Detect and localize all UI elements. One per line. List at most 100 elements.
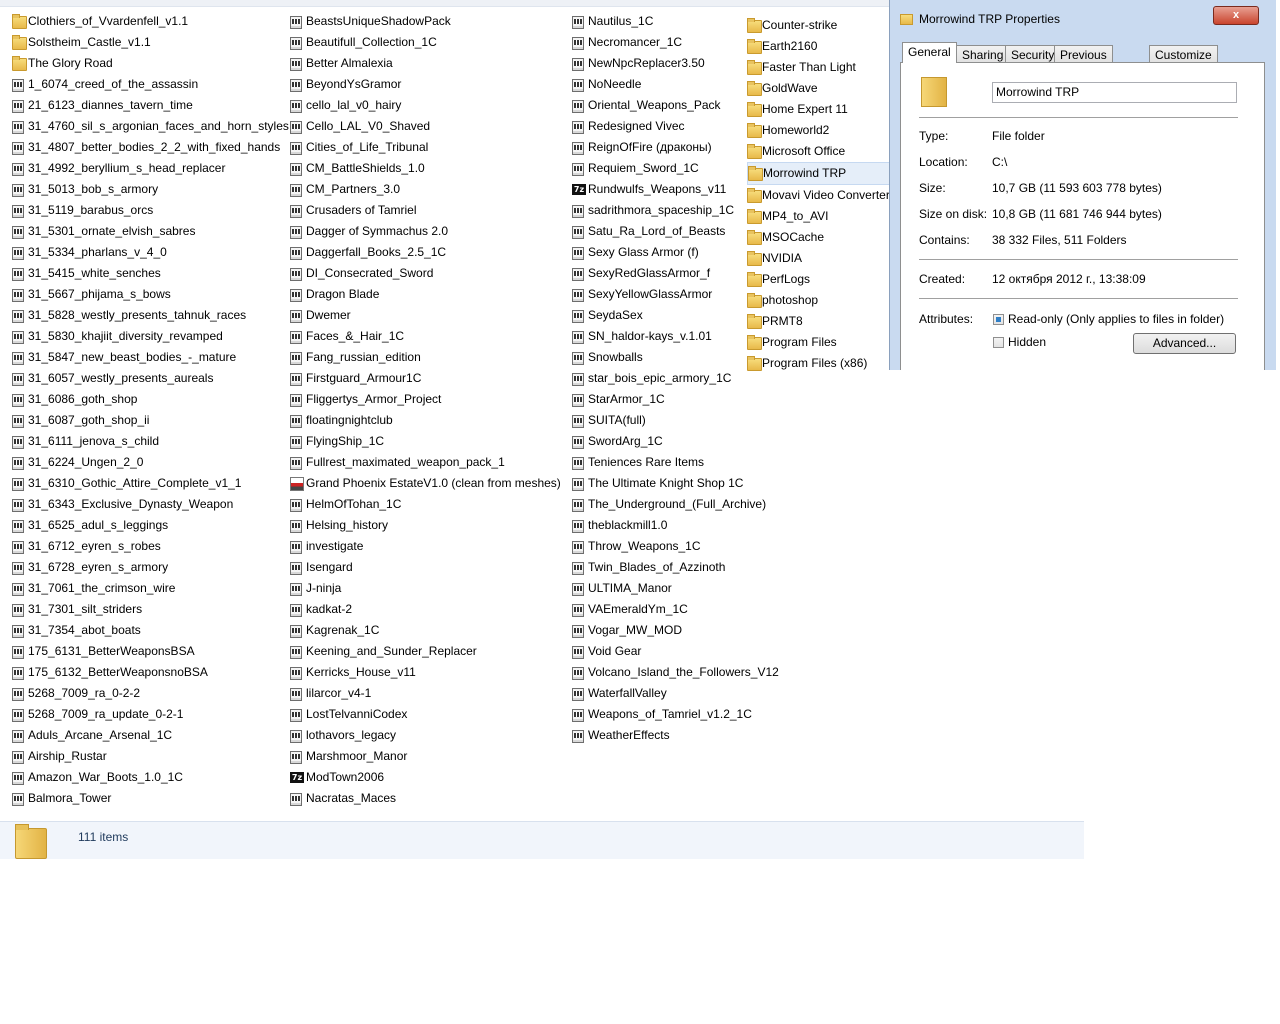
file-list-item[interactable]: ULTIMA_Manor	[572, 578, 779, 599]
file-list-item[interactable]: 31_5334_pharlans_v_4_0	[12, 242, 289, 263]
tab-sharing[interactable]: Sharing	[956, 45, 1010, 63]
file-list-item[interactable]: FlyingShip_1C	[290, 431, 561, 452]
file-list-item[interactable]: 5268_7009_ra_0-2-2	[12, 683, 289, 704]
file-list-item[interactable]: 31_6086_goth_shop	[12, 389, 289, 410]
file-list-item[interactable]: 5268_7009_ra_update_0-2-1	[12, 704, 289, 725]
file-list-item[interactable]: 31_4807_better_bodies_2_2_with_fixed_han…	[12, 137, 289, 158]
file-list-item[interactable]: Throw_Weapons_1C	[572, 536, 779, 557]
file-list-item[interactable]: Solstheim_Castle_v1.1	[12, 32, 289, 53]
file-list-item[interactable]: The Glory Road	[12, 53, 289, 74]
file-list-item[interactable]: Beautifull_Collection_1C	[290, 32, 561, 53]
file-list-item[interactable]: 31_7354_abot_boats	[12, 620, 289, 641]
file-list-item[interactable]: J-ninja	[290, 578, 561, 599]
file-list-item[interactable]: Dwemer	[290, 305, 561, 326]
file-list-item[interactable]: Cities_of_Life_Tribunal	[290, 137, 561, 158]
file-list-item[interactable]: WaterfallValley	[572, 683, 779, 704]
file-list-item[interactable]: 21_6123_diannes_tavern_time	[12, 95, 289, 116]
file-list-item[interactable]: VAEmeraldYm_1C	[572, 599, 779, 620]
file-list-item[interactable]: Amazon_War_Boots_1.0_1C	[12, 767, 289, 788]
file-list-item[interactable]: Twin_Blades_of_Azzinoth	[572, 557, 779, 578]
file-list-item[interactable]: Aduls_Arcane_Arsenal_1C	[12, 725, 289, 746]
file-list-item[interactable]: 31_6728_eyren_s_armory	[12, 557, 289, 578]
tab-general[interactable]: General	[902, 42, 957, 63]
file-list-item[interactable]: 31_5415_white_senches	[12, 263, 289, 284]
file-list-item[interactable]: lothavors_legacy	[290, 725, 561, 746]
file-list-item[interactable]: Teniences Rare Items	[572, 452, 779, 473]
file-list-item[interactable]: SUITA(full)	[572, 410, 779, 431]
file-list-item[interactable]: Nacratas_Maces	[290, 788, 561, 809]
file-list-item[interactable]: Kerricks_House_v11	[290, 662, 561, 683]
folder-list-item[interactable]: PRMT8	[747, 311, 904, 332]
file-list-item[interactable]: Balmora_Tower	[12, 788, 289, 809]
file-list-item[interactable]: 31_6712_eyren_s_robes	[12, 536, 289, 557]
file-list-item[interactable]: Clothiers_of_Vvardenfell_v1.1	[12, 11, 289, 32]
folder-list-item[interactable]: Program Files	[747, 332, 904, 353]
file-list-item[interactable]: Isengard	[290, 557, 561, 578]
folder-list-item[interactable]: photoshop	[747, 290, 904, 311]
file-list-item[interactable]: Volcano_Island_the_Followers_V12	[572, 662, 779, 683]
file-list-item[interactable]: 31_4760_sil_s_argonian_faces_and_horn_st…	[12, 116, 289, 137]
file-list-item[interactable]: Better Almalexia	[290, 53, 561, 74]
file-list-item[interactable]: Cello_LAL_V0_Shaved	[290, 116, 561, 137]
folder-list-item[interactable]: Program Files (x86)	[747, 353, 904, 374]
file-list-item[interactable]: Keening_and_Sunder_Replacer	[290, 641, 561, 662]
file-list-item[interactable]: Kagrenak_1C	[290, 620, 561, 641]
folder-list-item[interactable]: Earth2160	[747, 36, 904, 57]
tab-previous-versions[interactable]: Previous Versions	[1054, 45, 1113, 80]
file-list-item[interactable]: BeyondYsGramor	[290, 74, 561, 95]
file-list-item[interactable]: 31_7061_the_crimson_wire	[12, 578, 289, 599]
hidden-checkbox[interactable]	[993, 337, 1004, 348]
close-button[interactable]: x	[1213, 6, 1259, 25]
tab-customize[interactable]: Customize	[1149, 45, 1218, 63]
file-list-item[interactable]: Daggerfall_Books_2.5_1C	[290, 242, 561, 263]
folder-list-item[interactable]: Counter-strike	[747, 15, 904, 36]
file-list-item[interactable]: BeastsUniqueShadowPack	[290, 11, 561, 32]
file-list-item[interactable]: CM_BattleShields_1.0	[290, 158, 561, 179]
file-list-item[interactable]: 31_5667_phijama_s_bows	[12, 284, 289, 305]
file-list-item[interactable]: Airship_Rustar	[12, 746, 289, 767]
file-list-item[interactable]: Fliggertys_Armor_Project	[290, 389, 561, 410]
file-list-item[interactable]: theblackmill1.0	[572, 515, 779, 536]
file-list-item[interactable]: StarArmor_1C	[572, 389, 779, 410]
file-list-item[interactable]: Fang_russian_edition	[290, 347, 561, 368]
file-list-item[interactable]: DI_Consecrated_Sword	[290, 263, 561, 284]
tab-security[interactable]: Security	[1005, 45, 1061, 63]
file-list-item[interactable]: 31_7301_silt_striders	[12, 599, 289, 620]
file-list-item[interactable]: CM_Partners_3.0	[290, 179, 561, 200]
file-list-item[interactable]: Grand Phoenix EstateV1.0 (clean from mes…	[290, 473, 561, 494]
folder-list-item[interactable]: Homeworld2	[747, 120, 904, 141]
file-list-item[interactable]: Faces_&_Hair_1C	[290, 326, 561, 347]
folder-name-input[interactable]: Morrowind TRP	[992, 82, 1237, 103]
file-list-item[interactable]: Vogar_MW_MOD	[572, 620, 779, 641]
file-list-item[interactable]: 31_5301_ornate_elvish_sabres	[12, 221, 289, 242]
file-list-item[interactable]: 31_6525_adul_s_leggings	[12, 515, 289, 536]
file-list-item[interactable]: HelmOfTohan_1C	[290, 494, 561, 515]
file-list-item[interactable]: 31_4992_beryllium_s_head_replacer	[12, 158, 289, 179]
file-list-item[interactable]: Firstguard_Armour1C	[290, 368, 561, 389]
file-list-item[interactable]: Helsing_history	[290, 515, 561, 536]
file-list-item[interactable]: 31_5828_westly_presents_tahnuk_races	[12, 305, 289, 326]
folder-list-item[interactable]: Movavi Video Converter	[747, 185, 904, 206]
file-list-item[interactable]: 31_5847_new_beast_bodies_-_mature	[12, 347, 289, 368]
file-list-item[interactable]: cello_lal_v0_hairy	[290, 95, 561, 116]
file-list-item[interactable]: The_Underground_(Full_Archive)	[572, 494, 779, 515]
file-list-item[interactable]: 31_6111_jenova_s_child	[12, 431, 289, 452]
folder-list-item[interactable]: NVIDIA	[747, 248, 904, 269]
folder-list-item[interactable]: MSOCache	[747, 227, 904, 248]
file-list-item[interactable]: Fullrest_maximated_weapon_pack_1	[290, 452, 561, 473]
file-list-item[interactable]: 175_6131_BetterWeaponsBSA	[12, 641, 289, 662]
file-list-item[interactable]: 175_6132_BetterWeaponsnoBSA	[12, 662, 289, 683]
folder-list-item[interactable]: PerfLogs	[747, 269, 904, 290]
file-list-item[interactable]: 31_5119_barabus_orcs	[12, 200, 289, 221]
folder-list-item[interactable]: Morrowind TRP	[747, 162, 904, 185]
file-list-item[interactable]: investigate	[290, 536, 561, 557]
advanced-button[interactable]: Advanced...	[1133, 333, 1236, 354]
file-list-item[interactable]: 31_6087_goth_shop_ii	[12, 410, 289, 431]
file-list-item[interactable]: 31_6224_Ungen_2_0	[12, 452, 289, 473]
folder-list-item[interactable]: GoldWave	[747, 78, 904, 99]
file-list-item[interactable]: Weapons_of_Tamriel_v1.2_1C	[572, 704, 779, 725]
file-list-item[interactable]: Marshmoor_Manor	[290, 746, 561, 767]
file-list-item[interactable]: 31_6057_westly_presents_aureals	[12, 368, 289, 389]
file-list-item[interactable]: lilarcor_v4-1	[290, 683, 561, 704]
file-list-item[interactable]: 7z ModTown2006	[290, 767, 561, 788]
